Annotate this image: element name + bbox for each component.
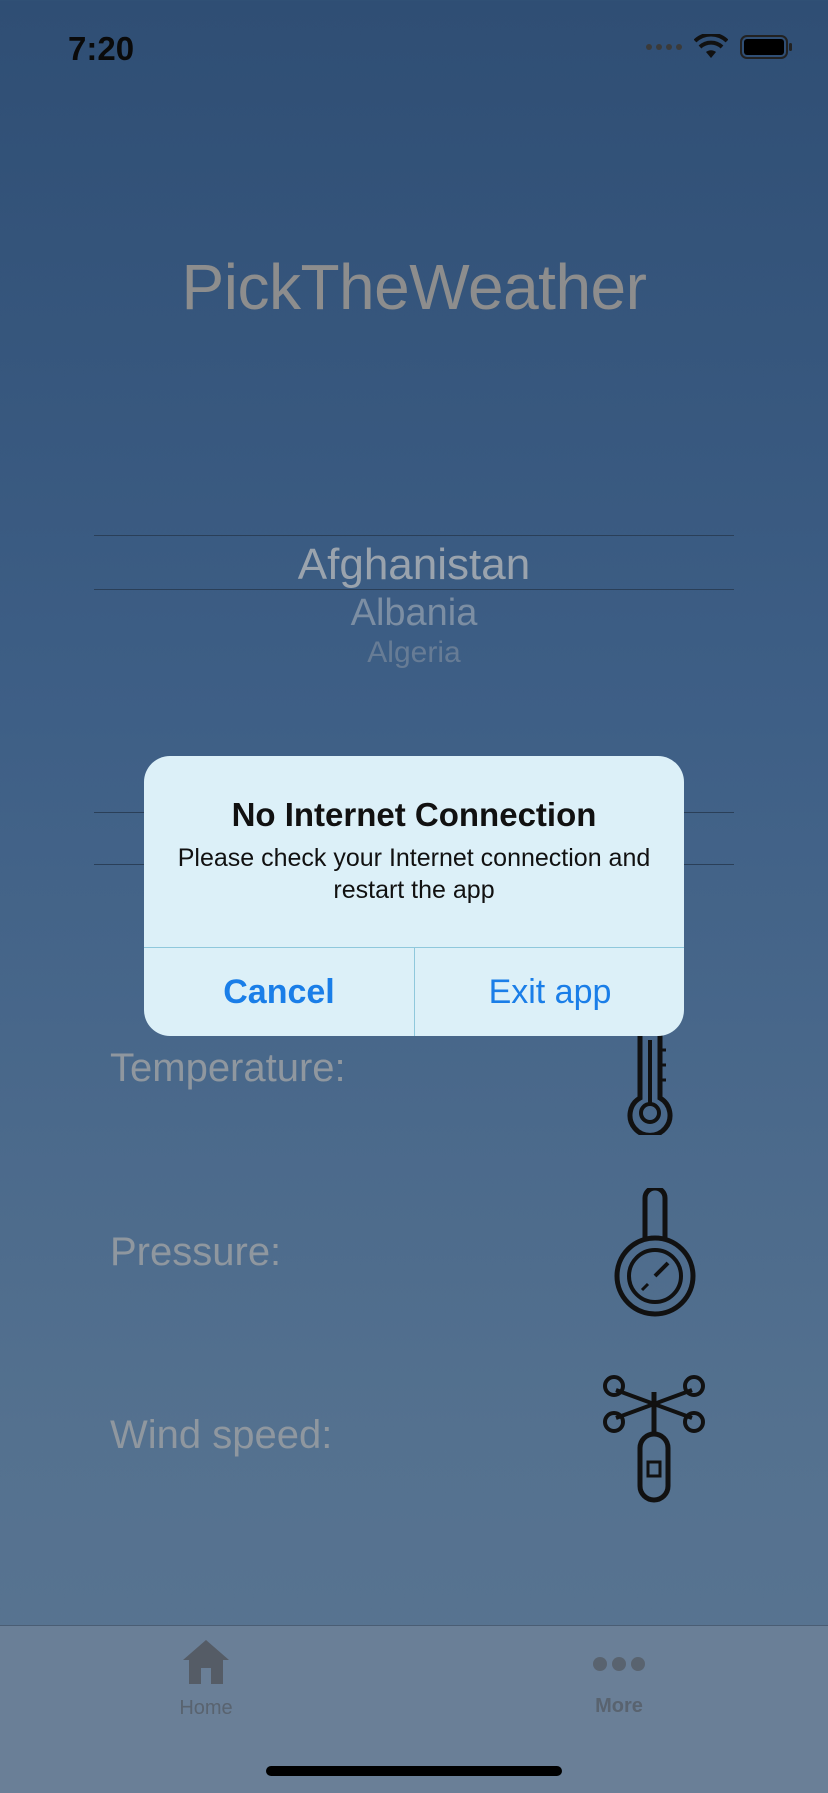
more-icon — [593, 1657, 645, 1671]
status-indicators — [646, 34, 794, 60]
thermometer-icon — [627, 1020, 673, 1135]
exit-app-button[interactable]: Exit app — [415, 948, 684, 1036]
anemometer-icon — [603, 1375, 705, 1503]
alert-message: Please check your Internet connection an… — [177, 844, 651, 904]
wind-speed-label: Wind speed: — [110, 1413, 333, 1457]
temperature-label: Temperature: — [110, 1046, 346, 1090]
signal-dots-icon — [646, 44, 682, 50]
pressure-gauge-icon — [614, 1188, 696, 1317]
picker-divider-top — [94, 535, 734, 536]
tab-more[interactable]: More — [539, 1626, 699, 1718]
tab-more-label: More — [595, 1695, 643, 1717]
battery-icon — [740, 35, 792, 59]
alert-dialog: No Internet Connection Please check your… — [144, 756, 684, 1036]
home-indicator — [266, 1766, 562, 1776]
picker-item[interactable]: Albania — [0, 592, 828, 635]
alert-title: No Internet Connection — [231, 796, 597, 833]
picker-item[interactable]: Algeria — [0, 636, 828, 670]
wifi-icon — [694, 34, 728, 58]
tab-home-label: Home — [179, 1697, 233, 1719]
pressure-label: Pressure: — [110, 1230, 282, 1274]
home-icon — [183, 1640, 229, 1684]
tab-home[interactable]: Home — [126, 1626, 286, 1720]
app-title: PickTheWeather — [181, 251, 647, 323]
status-time: 7:20 — [68, 30, 135, 67]
cancel-button[interactable]: Cancel — [144, 948, 414, 1036]
picker-item-selected[interactable]: Afghanistan — [0, 540, 828, 590]
